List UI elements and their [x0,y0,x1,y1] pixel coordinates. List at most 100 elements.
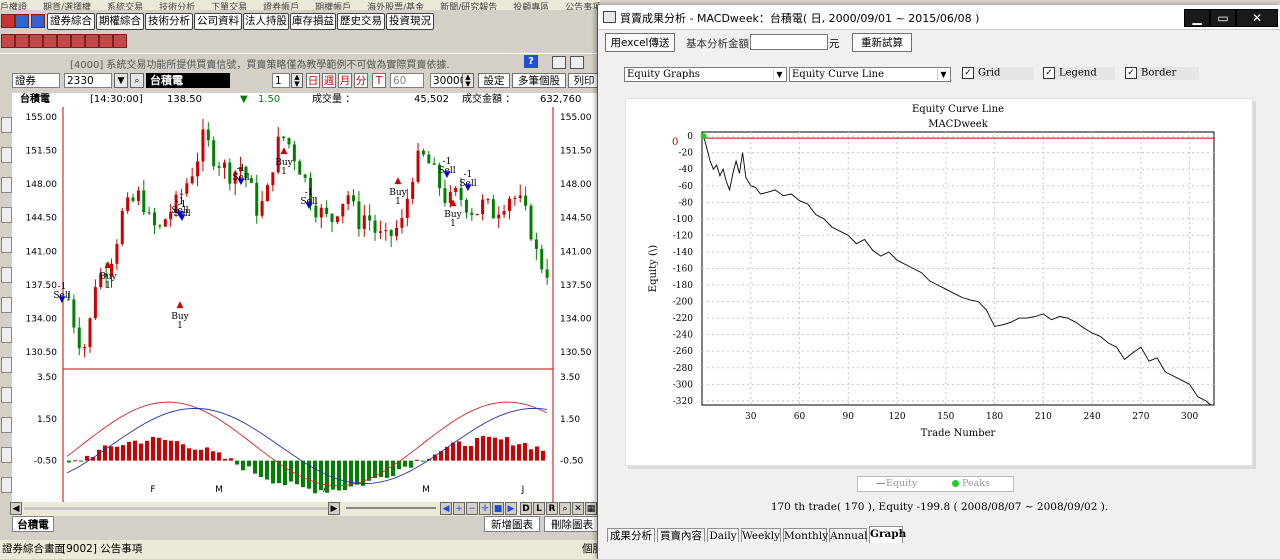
side-tool-icon[interactable] [1,297,12,313]
period-day-button[interactable]: 日 [306,73,320,88]
side-tool-icon[interactable] [1,237,12,253]
code-dropdown-icon[interactable]: ▼ [114,73,128,88]
scroll-l-button[interactable]: L [533,502,545,515]
grid-icon[interactable]: ▦ [585,502,597,515]
top-menu-item[interactable]: 下單交易 [211,3,247,10]
legend-checkbox[interactable]: ✓ Legend [1043,67,1115,80]
tab-trades[interactable]: 買賣內容 [657,528,705,542]
top-menu-item[interactable]: 期權帳戶 [315,3,351,10]
close-button[interactable]: ✕ [1236,9,1278,27]
zoom-out-icon[interactable]: − [466,502,478,515]
settings-icon[interactable] [15,14,29,28]
minimize-icon[interactable] [552,56,566,69]
recalculate-button[interactable]: 重新試算 [852,33,912,52]
toolbar-button-securities[interactable]: 證券綜合 [47,13,95,30]
tool-icon[interactable] [71,34,85,48]
settings-button[interactable]: 設定 [478,73,510,88]
scroll-d-button[interactable]: D [520,502,532,515]
restore-icon[interactable] [570,56,584,69]
print-button[interactable]: 列印 [568,73,600,88]
amount-input[interactable] [750,34,828,50]
tab-results[interactable]: 成果分析 [607,528,655,542]
minimize-button[interactable]: ▁ [1184,9,1210,27]
top-menu-item[interactable]: 投顧專區 [513,3,549,10]
app-icon[interactable] [1,14,15,28]
market-select[interactable]: 證券 [12,73,60,88]
top-menu-item[interactable]: 技術分析 [159,3,195,10]
grid-checkbox[interactable]: ✓ Grid [962,67,1034,80]
side-tool-icon[interactable] [1,207,12,223]
scroll-right-icon[interactable]: ▶ [328,502,340,515]
stock-code-input[interactable]: 2330 [64,73,112,88]
side-tool-icon[interactable] [1,267,12,283]
multi-stock-button[interactable]: 多筆個股 [512,73,566,88]
scroll-track[interactable] [24,507,329,510]
side-tool-icon[interactable] [1,387,12,403]
help-icon[interactable]: ? [524,55,538,68]
export-excel-button[interactable]: 用excel傳送 [605,33,675,52]
interval-input[interactable]: 1 [272,73,290,88]
top-menu-item[interactable]: 戶權證 [0,3,27,10]
status-tab-securities[interactable]: 證券綜合畫面 [2,540,65,559]
side-tool-icon[interactable] [1,357,12,373]
tab-annual[interactable]: Annual [829,528,868,542]
search-icon[interactable]: ⌕ [130,73,144,88]
toolbar-button-inventory[interactable]: 庫存損益 [290,13,336,30]
side-tool-icon[interactable] [1,177,12,193]
period-month-button[interactable]: 月 [338,73,352,88]
toolbar-button-company[interactable]: 公司資料 [194,13,242,30]
tab-graph[interactable]: Graph [869,526,906,543]
interval-spinner-icon[interactable]: ▲ ▼ [291,73,303,88]
bottom-tab-tsmc[interactable]: 台積電 [12,516,54,532]
side-tool-icon[interactable] [1,327,12,343]
last-icon[interactable]: ▶ [505,502,517,515]
period-week-button[interactable]: 週 [322,73,336,88]
tab-weekly[interactable]: Weekly [741,528,781,542]
top-menu-item[interactable]: 證券帳戶 [263,3,299,10]
status-tab-announcements[interactable]: [9002] 公告事項 [62,540,142,559]
zoom-slider[interactable] [346,507,436,509]
top-menu-item[interactable]: 公告事項 [565,3,600,10]
side-tool-icon[interactable] [1,417,12,433]
tool-icon[interactable] [85,34,99,48]
side-tool-icon[interactable] [1,117,12,133]
tool-icon[interactable] [57,34,71,48]
scroll-r-button[interactable]: R [546,502,558,515]
side-tool-icon[interactable] [1,447,12,463]
add-chart-button[interactable]: 新增圖表 [484,516,540,532]
tool-icon[interactable] [1,34,15,48]
zoom-in-icon[interactable]: + [453,502,465,515]
minutes-select[interactable]: 60 [390,73,424,88]
border-checkbox[interactable]: ✓ Border [1125,67,1199,80]
delete-chart-button[interactable]: 刪除圖表 [544,516,600,532]
tool-icon[interactable] [29,34,43,48]
side-tool-icon[interactable] [1,147,12,163]
toolbar-button-history[interactable]: 歷史交易 [337,13,385,30]
toolbar-button-institutional[interactable]: 法人持股 [243,13,289,30]
dialog-title-bar[interactable]: 買賣成果分析 - MACDweek：台積電( 日, 2000/09/01 ~ 2… [598,5,1280,30]
count-spinner-icon[interactable]: ▲ ▼ [462,73,474,88]
period-minute-button[interactable]: 分 [354,73,368,88]
scroll-left-icon[interactable]: ◀ [10,502,22,515]
maximize-button[interactable]: ▭ [1210,9,1236,27]
magnify-icon[interactable]: ⌕ [559,502,571,515]
toolbar-button-investment[interactable]: 投資現況 [386,13,434,30]
tool-icon[interactable] [43,34,57,48]
first-icon[interactable]: ◀ [440,502,452,515]
tool-icon[interactable] [99,34,113,48]
graph-type-select[interactable]: Equity Graphs ▼ [624,67,787,82]
top-menu-item[interactable]: 海外股票/基金 [367,3,424,10]
period-tick-button[interactable]: T [372,73,386,88]
top-menu-item[interactable]: 新聞/研究報告 [440,3,497,10]
stop-icon[interactable]: ■ [492,502,504,515]
top-menu-item[interactable]: 期貨/選擇權 [43,3,91,10]
close-chart-icon[interactable]: ✕ [572,502,584,515]
dropdown-icon[interactable] [31,14,45,28]
side-tool-icon[interactable] [1,477,12,493]
toolbar-button-technical[interactable]: 技術分析 [145,13,193,30]
top-menu-item[interactable]: 系統交易 [107,3,143,10]
tool-icon[interactable] [15,34,29,48]
tab-daily[interactable]: Daily [707,528,739,542]
toolbar-button-futures[interactable]: 期權綜合 [96,13,144,30]
curve-type-select[interactable]: Equity Curve Line ▼ [789,67,951,82]
